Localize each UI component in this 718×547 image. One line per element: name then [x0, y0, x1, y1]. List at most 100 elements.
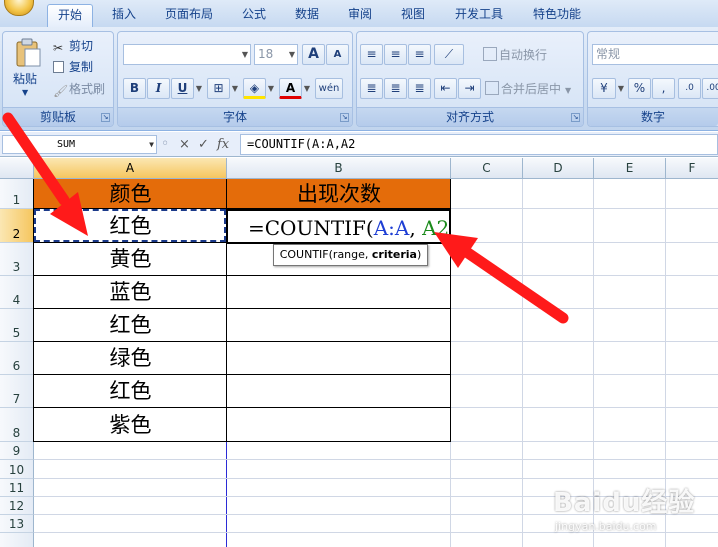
- tab-home[interactable]: 开始: [47, 4, 93, 27]
- row-header-9[interactable]: 9: [0, 442, 34, 460]
- increase-indent-button[interactable]: ⇥: [458, 78, 481, 99]
- row-header-4[interactable]: 4: [0, 276, 34, 309]
- cell-a6[interactable]: 绿色: [34, 342, 227, 375]
- function-tooltip: COUNTIF(range, criteria): [273, 244, 428, 266]
- cut-button[interactable]: ✂ 剪切: [53, 37, 93, 55]
- fill-color-dropdown-icon[interactable]: ▼: [266, 78, 276, 99]
- insert-function-icon[interactable]: fx: [217, 135, 229, 154]
- formula-bar: SUM ▼ ◦ × ✓ fx =COUNTIF(A:A,A2: [0, 132, 718, 157]
- cell-a8[interactable]: 紫色: [34, 408, 227, 442]
- comma-button[interactable]: ,: [652, 78, 675, 99]
- row-number: 13: [8, 517, 25, 531]
- tab-review[interactable]: 审阅: [340, 4, 380, 27]
- row-header-8[interactable]: 8: [0, 408, 34, 442]
- underline-dropdown-icon[interactable]: ▼: [194, 78, 204, 99]
- name-box[interactable]: SUM ▼: [2, 135, 157, 154]
- tab-formulas[interactable]: 公式: [235, 4, 273, 27]
- align-bottom-button[interactable]: ≡: [408, 44, 431, 65]
- format-painter-button[interactable]: 🖌格式刷: [53, 80, 105, 98]
- font-color-button[interactable]: A: [279, 78, 302, 99]
- cell-b1[interactable]: 出现次数: [227, 179, 451, 209]
- column-header-c[interactable]: C: [451, 158, 523, 179]
- row-header-3[interactable]: 3: [0, 243, 34, 276]
- fill-color-button[interactable]: ◈: [243, 78, 266, 99]
- tab-page-layout[interactable]: 页面布局: [156, 4, 222, 27]
- number-group: 常规 ¥ ▼ % , .0 .00 数字: [587, 31, 718, 127]
- font-color-dropdown-icon[interactable]: ▼: [302, 78, 312, 99]
- paste-dropdown-icon[interactable]: ▼: [22, 88, 28, 97]
- row-header-13[interactable]: 13: [0, 515, 34, 533]
- row-header-5[interactable]: 5: [0, 309, 34, 342]
- table-border: [33, 374, 451, 375]
- row-header-12[interactable]: 12: [0, 497, 34, 515]
- cancel-icon[interactable]: ×: [179, 135, 190, 154]
- clipboard-launcher[interactable]: ↘: [101, 113, 110, 122]
- row-header-14[interactable]: [0, 533, 34, 547]
- column-header-d[interactable]: D: [523, 158, 594, 179]
- cell-b2-editor[interactable]: =COUNTIF(A:A, A2: [227, 209, 451, 244]
- cell-a1[interactable]: 颜色: [34, 179, 227, 209]
- column-header-b[interactable]: B: [227, 158, 451, 179]
- text-caret: [449, 216, 451, 238]
- align-center-button[interactable]: ≣: [384, 78, 407, 99]
- wrap-text-button[interactable]: 自动换行: [483, 46, 547, 63]
- cell-a4[interactable]: 蓝色: [34, 276, 227, 309]
- tab-view[interactable]: 视图: [393, 4, 433, 27]
- align-right-button[interactable]: ≣: [408, 78, 431, 99]
- copy-button[interactable]: 复制: [53, 58, 93, 75]
- row-header-7[interactable]: 7: [0, 375, 34, 408]
- tab-data[interactable]: 数据: [287, 4, 327, 27]
- currency-button[interactable]: ¥: [592, 78, 616, 99]
- decrease-indent-button[interactable]: ⇤: [434, 78, 457, 99]
- increase-decimal-button[interactable]: .0: [678, 78, 701, 99]
- select-all-corner[interactable]: [0, 158, 34, 179]
- currency-dropdown-icon[interactable]: ▼: [616, 78, 626, 99]
- underline-button[interactable]: U: [171, 78, 194, 99]
- shrink-font-button[interactable]: A: [326, 44, 349, 65]
- formula-input[interactable]: =COUNTIF(A:A,A2: [240, 134, 718, 155]
- decrease-decimal-button[interactable]: .00: [702, 78, 718, 99]
- tab-insert[interactable]: 插入: [104, 4, 144, 27]
- cell-a3[interactable]: 黄色: [34, 243, 227, 276]
- tab-special[interactable]: 特色功能: [524, 4, 590, 27]
- enter-icon[interactable]: ✓: [198, 135, 209, 154]
- bold-button[interactable]: B: [123, 78, 146, 99]
- column-header-f[interactable]: F: [666, 158, 718, 179]
- align-middle-button[interactable]: ≡: [384, 44, 407, 65]
- number-format-box[interactable]: 常规: [592, 44, 718, 65]
- font-launcher[interactable]: ↘: [340, 113, 349, 122]
- cell-a7[interactable]: 红色: [34, 375, 227, 408]
- paste-button[interactable]: 粘贴 ▼: [9, 34, 47, 106]
- italic-button[interactable]: I: [147, 78, 170, 99]
- merge-dropdown-icon[interactable]: ▼: [565, 86, 571, 95]
- row-header-6[interactable]: 6: [0, 342, 34, 375]
- grow-font-button[interactable]: A: [302, 44, 325, 65]
- align-left-button[interactable]: ≣: [360, 78, 383, 99]
- font-size-box[interactable]: 18 ▼: [254, 44, 298, 65]
- percent-button[interactable]: %: [628, 78, 651, 99]
- office-button[interactable]: [4, 0, 34, 16]
- column-header-a[interactable]: A: [34, 158, 227, 179]
- row-number: 2: [12, 227, 21, 241]
- font-size-dropdown-icon[interactable]: ▼: [287, 44, 297, 65]
- phonetic-button[interactable]: wén: [315, 78, 343, 99]
- name-box-dropdown-icon[interactable]: ▼: [149, 136, 154, 153]
- alignment-launcher[interactable]: ↘: [571, 113, 580, 122]
- cell-a5[interactable]: 红色: [34, 309, 227, 342]
- align-right-icon: ≣: [414, 81, 425, 95]
- column-header-e[interactable]: E: [594, 158, 666, 179]
- align-top-button[interactable]: ≡: [360, 44, 383, 65]
- font-name-box[interactable]: ▼: [123, 44, 251, 65]
- row-header-11[interactable]: 11: [0, 479, 34, 497]
- tab-developer[interactable]: 开发工具: [446, 4, 512, 27]
- orientation-button[interactable]: ⟋: [434, 44, 464, 65]
- merge-center-button[interactable]: 合并后居中 ▼: [485, 80, 571, 97]
- decrease-indent-icon: ⇤: [440, 81, 451, 95]
- borders-dropdown-icon[interactable]: ▼: [230, 78, 240, 99]
- font-name-dropdown-icon[interactable]: ▼: [240, 44, 250, 65]
- row-header-2[interactable]: 2: [0, 209, 34, 243]
- formula-ref-range: A:A: [373, 216, 410, 240]
- borders-button[interactable]: ⊞: [207, 78, 230, 99]
- row-header-10[interactable]: 10: [0, 460, 34, 479]
- row-header-1[interactable]: 1: [0, 179, 34, 209]
